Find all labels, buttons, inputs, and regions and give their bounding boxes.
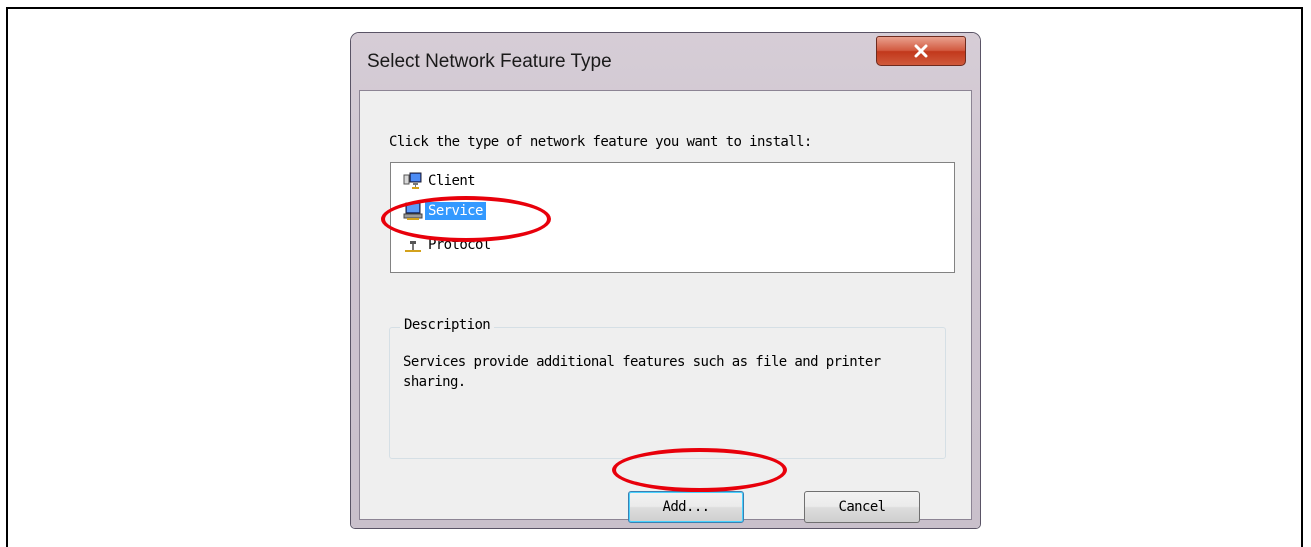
list-item-protocol[interactable]: Protocol: [403, 233, 494, 256]
install-prompt: Click the type of network feature you wa…: [389, 134, 812, 150]
network-client-icon: [403, 172, 422, 189]
dialog-window: Select Network Feature Type Click the ty…: [351, 33, 980, 528]
list-item-label: Client: [428, 172, 476, 189]
list-item-service[interactable]: Service: [403, 199, 486, 222]
description-group: Description Services provide additional …: [389, 317, 946, 459]
feature-type-list[interactable]: Client Service Protocol: [390, 162, 955, 273]
description-legend: Description: [400, 317, 495, 333]
list-item-label: Protocol: [428, 236, 491, 253]
dialog-title: Select Network Feature Type: [367, 51, 612, 72]
list-item-client[interactable]: Client: [403, 169, 478, 192]
network-protocol-icon: [405, 240, 421, 252]
close-x-icon: [914, 44, 928, 58]
list-item-label: Service: [425, 201, 486, 220]
add-button[interactable]: Add...: [628, 491, 744, 523]
close-button[interactable]: [876, 36, 966, 66]
dialog-client-area: Click the type of network feature you wa…: [359, 90, 972, 523]
description-text: Services provide additional features suc…: [403, 354, 881, 390]
cancel-button[interactable]: Cancel: [804, 491, 920, 523]
network-service-icon: [403, 202, 423, 220]
